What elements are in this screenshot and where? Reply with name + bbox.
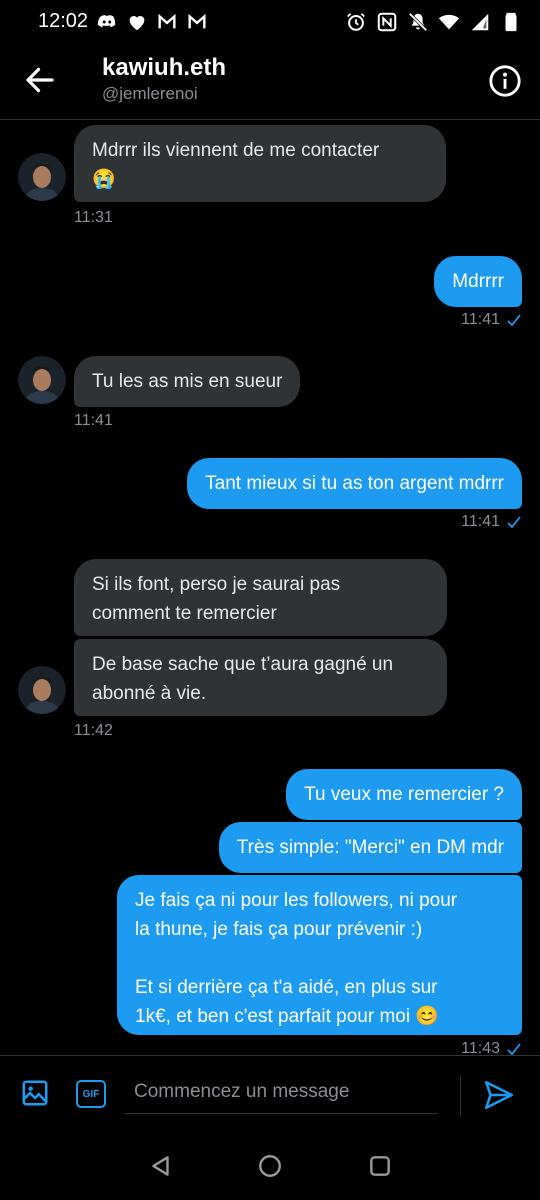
message-bubble-incoming[interactable]: Mdrrr ils viennent de me contacter 😭 [74,125,446,202]
message-timestamp: 11:31 [74,209,113,226]
wifi-icon [438,14,460,30]
message-composer: GIF [0,1055,540,1131]
message-timestamp: 11:41 [461,513,522,531]
message-input[interactable] [124,1070,438,1114]
signal-icon [471,13,489,31]
gif-button[interactable]: GIF [76,1080,106,1108]
message-text: Si ils font, perso je saurai pas comment… [92,574,341,624]
message-bubble-incoming[interactable]: De base sache que t’aura gagné un abonné… [74,639,447,716]
contact-name[interactable]: kawiuh.eth [102,54,226,82]
message-bubble-incoming[interactable]: Tu les as mis en sueur [74,356,301,407]
gmail-icon [158,13,176,29]
back-arrow-icon[interactable] [22,62,58,98]
status-bar: 12:02 [0,0,540,46]
message-bubble-outgoing[interactable]: Tant mieux si tu as ton argent mdrrr [187,458,522,509]
avatar[interactable] [18,356,66,404]
nfc-icon [377,12,397,32]
system-nav-bar [0,1131,540,1200]
avatar[interactable] [18,153,66,201]
read-check-icon [507,516,521,529]
discord-icon [97,15,116,28]
info-icon[interactable] [488,64,522,98]
read-check-icon [507,314,521,327]
message-timestamp: 11:41 [74,412,113,429]
message-timestamp: 11:42 [74,722,113,739]
status-time: 12:02 [38,10,89,32]
message-text: Très simple: "Merci" en DM mdr [236,837,504,858]
message-bubble-outgoing[interactable]: Tu veux me remercier ? [286,769,522,820]
message-text: Je fais ça ni pour les followers, ni pou… [135,890,458,1027]
message-bubble-incoming[interactable]: Si ils font, perso je saurai pas comment… [74,559,447,636]
message-text: Mdrrr ils viennent de me contacter 😭 [92,140,380,190]
message-text: Tant mieux si tu as ton argent mdrrr [205,473,504,494]
send-icon[interactable] [482,1078,516,1112]
gmail-icon [188,13,206,29]
message-text: De base sache que t’aura gagné un abonné… [92,654,394,704]
home-circle-icon[interactable] [257,1153,283,1179]
avatar[interactable] [18,666,66,714]
image-icon[interactable] [20,1078,50,1108]
message-text: Mdrrrr [452,271,504,292]
contact-handle: @jemlerenoi [102,84,198,103]
message-text: Tu les as mis en sueur [92,371,283,392]
conversation[interactable]: Mdrrr ils viennent de me contacter 😭 11:… [0,120,540,1057]
message-bubble-outgoing[interactable]: Très simple: "Merci" en DM mdr [218,822,522,873]
conversation-header: kawiuh.eth @jemlerenoi [0,46,540,120]
message-text: Tu veux me remercier ? [304,784,504,805]
divider [460,1076,461,1116]
message-timestamp: 11:41 [461,311,522,329]
alarm-icon [347,13,365,31]
battery-icon [505,12,517,32]
recents-square-icon[interactable] [367,1153,393,1179]
message-bubble-outgoing[interactable]: Mdrrrr [434,256,522,307]
mute-icon [408,12,428,32]
message-bubble-outgoing[interactable]: Je fais ça ni pour les followers, ni pou… [117,875,522,1035]
back-triangle-icon[interactable] [148,1153,174,1179]
heart-icon [129,16,145,31]
